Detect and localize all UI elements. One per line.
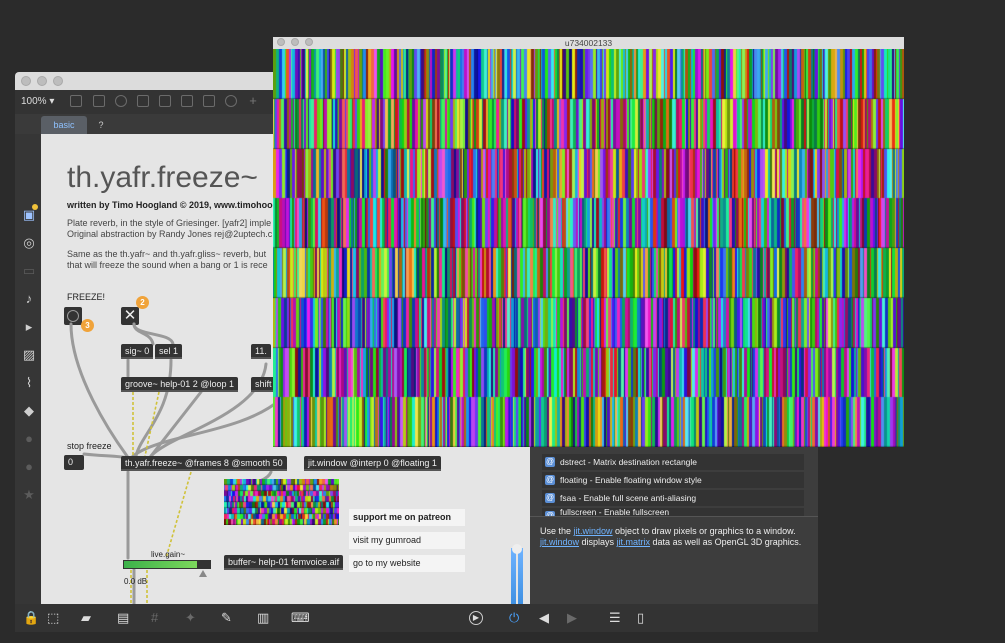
- output-level-meter: [509, 522, 525, 610]
- keyboard-icon[interactable]: ⌨: [291, 611, 310, 625]
- yafr-freeze-object[interactable]: th.yafr.freeze~ @frames 8 @smooth 50: [121, 456, 287, 471]
- add-object-icon[interactable]: +: [247, 94, 259, 107]
- live-gain-slider[interactable]: [123, 560, 211, 569]
- jit-window-titlebar[interactable]: u734002133: [273, 37, 904, 49]
- reference-text: object to draw pixels or graphics to a w…: [612, 526, 796, 536]
- bpatcher-icon[interactable]: ●: [22, 460, 36, 474]
- attribute-name: floating: [560, 475, 588, 485]
- shift-object[interactable]: shift: [251, 377, 276, 392]
- reference-panel: @ dstrect - Matrix destination rectangle…: [530, 444, 818, 604]
- package-icon[interactable]: ▣: [22, 208, 36, 222]
- reference-text: data as well as OpenGL 3D graphics.: [650, 537, 802, 547]
- panel-divider: [530, 516, 818, 517]
- list-menu-icon[interactable]: ☰: [609, 611, 621, 625]
- zoom-window-button[interactable]: [53, 76, 63, 86]
- lock-icon[interactable]: 🔒: [23, 611, 39, 625]
- attribute-desc: - Enable full scene anti-aliasing: [576, 493, 697, 503]
- jit-window-reference-link[interactable]: jit.window: [540, 537, 579, 547]
- attribute-row[interactable]: @ floating - Enable floating window styl…: [542, 472, 804, 488]
- jit-window[interactable]: u734002133: [273, 37, 904, 447]
- grid-icon[interactable]: #: [151, 611, 158, 625]
- music-note-icon[interactable]: ♪: [22, 292, 36, 306]
- snap-icon[interactable]: ✦: [185, 611, 196, 625]
- jit-matrix-reference-link[interactable]: jit.matrix: [617, 537, 651, 547]
- video-step-icon[interactable]: ▸: [22, 320, 36, 334]
- attribute-name: dstrect: [560, 457, 586, 467]
- website-link-button[interactable]: go to my website: [349, 555, 465, 572]
- gain-db-value: 0.0 dB: [124, 577, 148, 586]
- paperclip-icon[interactable]: ⌇: [22, 376, 36, 390]
- target-icon[interactable]: ◎: [22, 236, 36, 250]
- wrench-icon[interactable]: ✎: [221, 611, 232, 625]
- sig-object[interactable]: sig~ 0: [121, 344, 154, 359]
- tab-basic[interactable]: basic: [41, 116, 87, 134]
- gain-label: live.gain~: [151, 550, 186, 559]
- tab-help[interactable]: ?: [91, 116, 111, 134]
- star-icon[interactable]: ★: [22, 488, 36, 502]
- gain-slider-thumb-icon[interactable]: [199, 570, 207, 577]
- comment-icon[interactable]: [115, 95, 127, 107]
- attribute-desc: - Matrix destination rectangle: [585, 457, 698, 467]
- audio-power-icon[interactable]: ⏻: [509, 611, 519, 625]
- attribute-at-icon: @: [545, 457, 555, 467]
- toggle-object-icon[interactable]: [181, 95, 193, 107]
- plug-icon[interactable]: ◆: [22, 404, 36, 418]
- jit-window-video-output: [273, 49, 904, 447]
- buffer-object[interactable]: buffer~ help-01 femvoice.aif: [224, 555, 344, 570]
- reference-text: displays: [579, 537, 617, 547]
- attribute-at-icon: @: [545, 493, 555, 503]
- image-icon[interactable]: ▨: [22, 348, 36, 362]
- button-object-icon[interactable]: [159, 95, 171, 107]
- attribute-name: fullscreen: [560, 508, 597, 516]
- attribute-name: fsaa: [560, 493, 577, 503]
- jit-window-object[interactable]: jit.window @interp 0 @floating 1: [304, 456, 441, 471]
- filter-icon[interactable]: ●: [22, 432, 36, 446]
- jit-pwindow: [224, 479, 339, 525]
- presentation-icon[interactable]: [70, 95, 82, 107]
- patcher-bottom-toolbar: 🔒 ⬚ ▰ ▤ # ✦ ✎ ▥ ⌨ ▶ ⏻ ◀ ▶ ☰ ▯: [15, 604, 818, 632]
- notification-dot-icon: [32, 204, 38, 210]
- slider-object-icon[interactable]: [203, 95, 215, 107]
- close-window-button[interactable]: [21, 76, 31, 86]
- meter-knob-icon[interactable]: [512, 544, 522, 554]
- groove-object[interactable]: groove~ help-01 2 @loop 1: [121, 377, 238, 392]
- message-box-icon[interactable]: [137, 95, 149, 107]
- attribute-row[interactable]: @ fsaa - Enable full scene anti-aliasing: [542, 490, 804, 506]
- number-object[interactable]: 11.: [251, 344, 271, 359]
- object-box-icon[interactable]: [93, 95, 105, 107]
- reference-text: Use the: [540, 526, 574, 536]
- attribute-row[interactable]: @ fullscreen - Enable fullscreen: [542, 508, 804, 516]
- back-arrow-icon[interactable]: ◀: [539, 611, 549, 625]
- jit-window-title: u734002133: [564, 38, 613, 48]
- patreon-link-button[interactable]: support me on patreon: [349, 509, 465, 526]
- comment-bubble-icon[interactable]: ▰: [81, 611, 91, 625]
- piano-icon[interactable]: ▥: [257, 611, 269, 625]
- attribute-at-icon: @: [545, 475, 555, 485]
- attribute-desc: - Enable floating window style: [587, 475, 702, 485]
- attribute-row[interactable]: @ dstrect - Matrix destination rectangle: [542, 454, 804, 470]
- minimize-window-button[interactable]: [37, 76, 47, 86]
- new-view-icon[interactable]: ▤: [117, 611, 129, 625]
- left-toolbar: ▣ ◎ ▭ ♪ ▸ ▨ ⌇ ◆ ● ● ★: [15, 134, 41, 604]
- presentation-mode-icon[interactable]: ⬚: [47, 611, 59, 625]
- sel-object[interactable]: sel 1: [155, 344, 183, 359]
- attribute-desc: - Enable fullscreen: [596, 508, 670, 516]
- gumroad-link-button[interactable]: visit my gumroad: [349, 532, 465, 549]
- media-bar-icon[interactable]: ▭: [22, 264, 36, 278]
- reference-description: Use the jit.window object to draw pixels…: [540, 526, 810, 548]
- jit-window-reference-link[interactable]: jit.window: [574, 526, 613, 536]
- stop-freeze-label: stop freeze: [67, 441, 112, 451]
- dial-object-icon[interactable]: [225, 95, 237, 107]
- transport-icon[interactable]: ▶: [469, 611, 483, 625]
- forward-arrow-icon[interactable]: ▶: [567, 611, 577, 625]
- stop-freeze-number[interactable]: 0: [64, 455, 84, 470]
- document-icon[interactable]: ▯: [637, 611, 644, 625]
- zoom-level-menu[interactable]: 100% ▾: [21, 96, 54, 107]
